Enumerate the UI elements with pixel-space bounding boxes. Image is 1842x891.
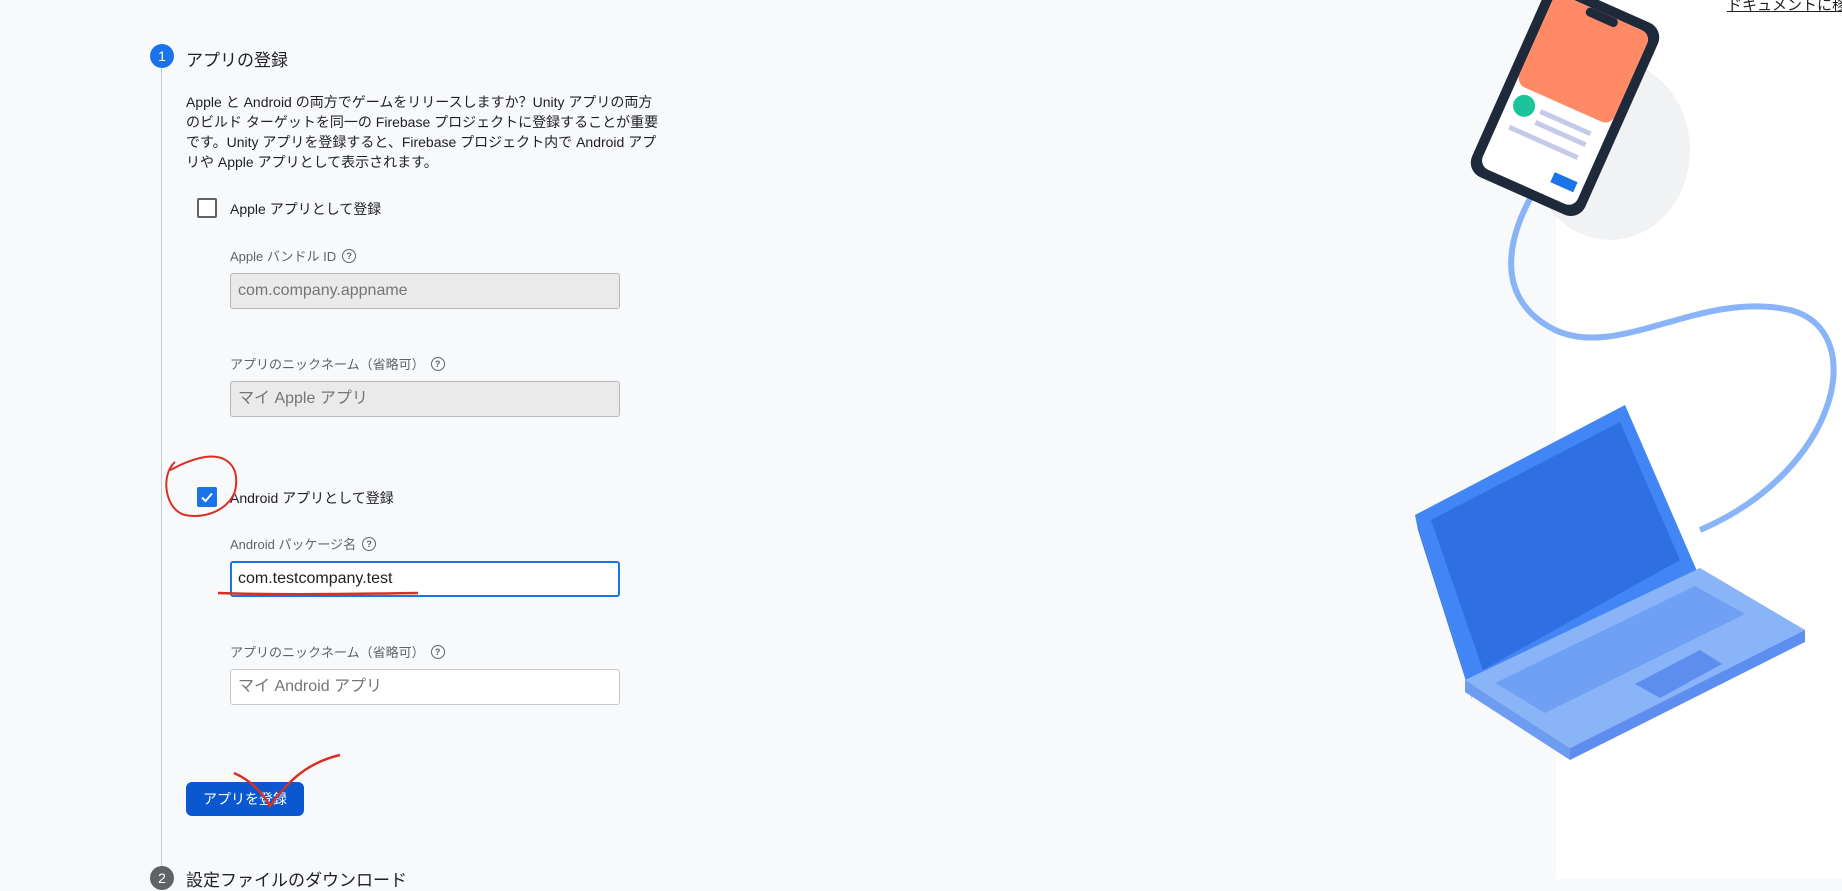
apple-bundle-id-label-text: Apple バンドル ID <box>230 249 337 264</box>
apple-nickname-label: アプリのニックネーム（省略可） ? <box>230 354 445 373</box>
help-circle-icon[interactable]: ? <box>430 356 445 371</box>
apple-nickname-input[interactable] <box>230 381 620 417</box>
apple-register-checkbox[interactable] <box>197 198 217 218</box>
step-rail <box>161 68 162 868</box>
phone-laptop-illustration <box>1415 0 1837 760</box>
android-nickname-label-text: アプリのニックネーム（省略可） <box>230 645 425 660</box>
laptop-device <box>1415 405 1805 760</box>
android-package-input[interactable] <box>230 561 620 597</box>
intro-text: Apple と Android の両方でゲームをリリースしますか？Unity ア… <box>186 94 659 170</box>
android-nickname-input[interactable] <box>230 669 620 705</box>
apple-bundle-id-input[interactable] <box>230 273 620 309</box>
help-circle-icon[interactable]: ? <box>342 248 357 263</box>
apple-bundle-id-label: Apple バンドル ID ? <box>230 246 357 265</box>
step-1-title: アプリの登録 <box>186 51 288 70</box>
android-register-label: Android アプリとして登録 <box>230 490 394 506</box>
apple-register-label: Apple アプリとして登録 <box>230 201 382 217</box>
android-package-label-text: Android パッケージ名 <box>230 537 357 552</box>
android-register-checkbox[interactable] <box>197 487 217 507</box>
android-package-label: Android パッケージ名 ? <box>230 534 377 553</box>
step-2-badge: 2 <box>150 866 174 890</box>
help-circle-icon[interactable]: ? <box>362 536 377 551</box>
help-circle-icon[interactable]: ? <box>430 644 445 659</box>
apple-nickname-label-text: アプリのニックネーム（省略可） <box>230 357 425 372</box>
step-1-badge: 1 <box>150 44 174 68</box>
register-app-button[interactable]: アプリを登録 <box>186 782 304 816</box>
check-icon <box>201 492 213 503</box>
android-nickname-label: アプリのニックネーム（省略可） ? <box>230 642 445 661</box>
